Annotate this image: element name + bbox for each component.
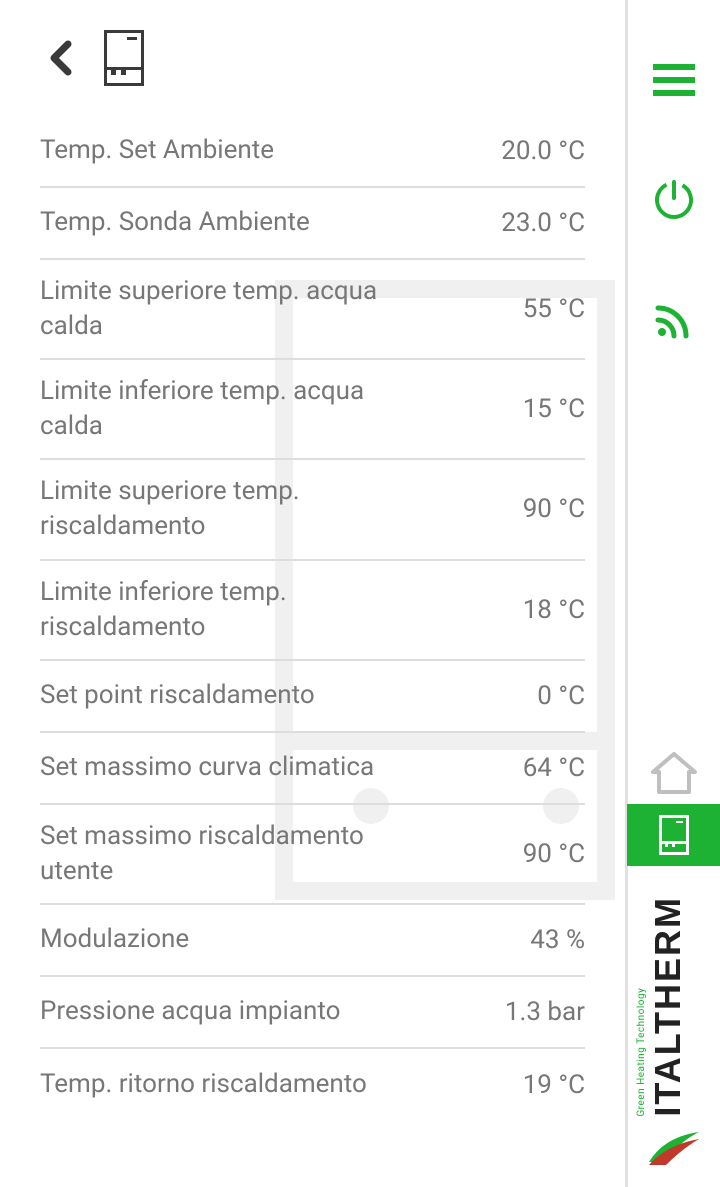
brand-tagline: Green Heating Technology [636, 896, 647, 1117]
setting-label: Set point riscaldamento [40, 678, 315, 713]
hamburger-icon [653, 64, 695, 96]
setting-label: Temp. Sonda Ambiente [40, 205, 310, 240]
chevron-left-icon [48, 40, 72, 76]
setting-label: Limite superiore temp. acqua calda [40, 274, 380, 344]
setting-row[interactable]: Limite superiore temp. riscaldamento 90 … [40, 460, 585, 560]
setting-value: 90 °C [523, 839, 585, 869]
logo-swoosh-icon [644, 1127, 704, 1167]
setting-row[interactable]: Limite inferiore temp. riscaldamento 18 … [40, 561, 585, 661]
wifi-button[interactable] [644, 290, 704, 350]
menu-button[interactable] [644, 50, 704, 110]
setting-row[interactable]: Limite superiore temp. acqua calda 55 °C [40, 260, 585, 360]
setting-value: 43 % [530, 925, 585, 955]
setting-label: Pressione acqua impianto [40, 994, 340, 1029]
wifi-icon [652, 298, 696, 342]
setting-label: Set massimo curva climatica [40, 750, 374, 785]
settings-list: Temp. Set Ambiente 20.0 °C Temp. Sonda A… [0, 116, 625, 1121]
power-icon [652, 178, 696, 222]
setting-value: 23.0 °C [501, 208, 585, 238]
home-button[interactable] [627, 742, 720, 804]
setting-row[interactable]: Limite inferiore temp. acqua calda 15 °C [40, 360, 585, 460]
setting-value: 19 °C [523, 1070, 585, 1100]
power-button[interactable] [644, 170, 704, 230]
brand-name: ITALTHERM [647, 896, 689, 1117]
setting-value: 20.0 °C [501, 136, 585, 166]
setting-label: Set massimo riscaldamento utente [40, 819, 380, 889]
setting-row[interactable]: Temp. Set Ambiente 20.0 °C [40, 116, 585, 188]
setting-label: Modulazione [40, 922, 189, 957]
setting-row[interactable]: Set point riscaldamento 0 °C [40, 661, 585, 733]
setting-row[interactable]: Set massimo curva climatica 64 °C [40, 733, 585, 805]
boiler-nav-button[interactable] [627, 804, 720, 866]
boiler-icon [659, 815, 689, 855]
setting-label: Limite superiore temp. riscaldamento [40, 474, 380, 544]
sidebar: Green Heating Technology ITALTHERM [625, 0, 720, 1187]
setting-value: 64 °C [523, 753, 585, 783]
back-button[interactable] [40, 38, 80, 78]
setting-value: 55 °C [523, 294, 585, 324]
setting-row[interactable]: Temp. Sonda Ambiente 23.0 °C [40, 188, 585, 260]
setting-label: Limite inferiore temp. acqua calda [40, 374, 380, 444]
setting-row[interactable]: Modulazione 43 % [40, 905, 585, 977]
setting-row[interactable]: Pressione acqua impianto 1.3 bar [40, 977, 585, 1049]
setting-label: Limite inferiore temp. riscaldamento [40, 575, 380, 645]
setting-value: 1.3 bar [505, 997, 585, 1027]
setting-row[interactable]: Set massimo riscaldamento utente 90 °C [40, 805, 585, 905]
setting-label: Temp. Set Ambiente [40, 133, 274, 168]
brand-logo: Green Heating Technology ITALTHERM [638, 866, 711, 1187]
setting-value: 18 °C [523, 595, 585, 625]
setting-value: 90 °C [523, 494, 585, 524]
setting-value: 0 °C [537, 681, 585, 711]
setting-label: Temp. ritorno riscaldamento [40, 1067, 367, 1102]
home-icon [649, 750, 699, 796]
setting-row[interactable]: Temp. ritorno riscaldamento 19 °C [40, 1049, 585, 1121]
setting-value: 15 °C [523, 394, 585, 424]
boiler-icon [104, 30, 144, 86]
